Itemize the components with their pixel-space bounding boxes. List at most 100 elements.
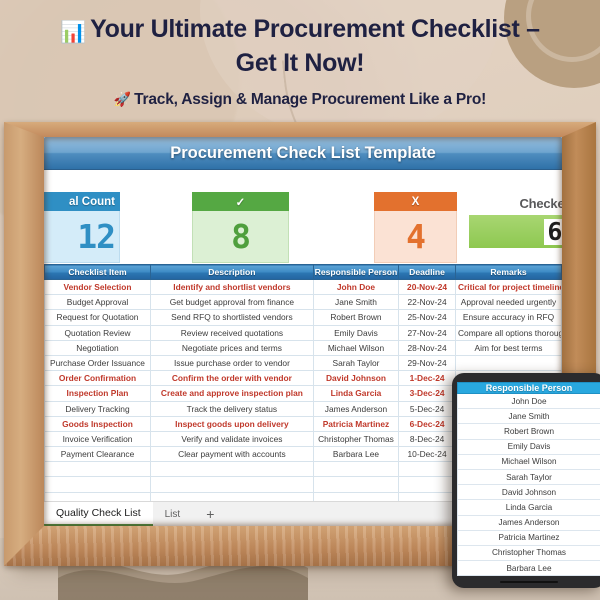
table-cell[interactable]: 20-Nov-24 (398, 278, 456, 296)
tablet-list-item[interactable]: Sarah Taylor (457, 469, 600, 486)
column-header-checklist-item[interactable]: Checklist Item (44, 264, 151, 280)
tablet-list-item[interactable]: Michael Wilson (457, 454, 600, 470)
table-cell[interactable]: Christopher Thomas (312, 430, 400, 448)
table-cell[interactable]: 5-Dec-24 (398, 400, 456, 417)
table-cell[interactable]: Negotiate prices and terms (149, 339, 314, 356)
table-row[interactable]: Purchase Order Issuance Issue purchase or… (44, 354, 562, 372)
table-cell[interactable]: Delivery Tracking (44, 400, 151, 417)
table-cell[interactable] (312, 476, 400, 493)
table-cell[interactable]: Review received quotations (149, 324, 314, 341)
page-title-line1: 📊 Your Ultimate Procurement Checklist – (0, 14, 600, 48)
tablet-list-item[interactable]: Barbara Lee (457, 561, 600, 576)
table-cell[interactable]: Order Confirmation (44, 370, 151, 387)
tablet-list-item[interactable]: James Anderson (457, 515, 600, 531)
table-cell[interactable] (454, 354, 562, 372)
table-cell[interactable]: Aim for best terms (454, 339, 562, 356)
sheet-tab-list[interactable]: List (153, 502, 193, 526)
tablet-list-item[interactable]: Christopher Thomas (457, 545, 600, 562)
table-cell[interactable]: Create and approve inspection plan (149, 385, 314, 402)
table-cell[interactable]: Approval needed urgently (454, 294, 562, 311)
table-row[interactable]: Quotation Review Review received quotatio… (44, 324, 562, 341)
tablet-list-item[interactable]: Emily Davis (457, 439, 600, 455)
table-cell[interactable]: Vendor Selection (44, 278, 151, 296)
table-cell[interactable]: Budget Approval (44, 294, 151, 311)
table-row[interactable]: Request for Quotation Send RFQ to shortli… (44, 309, 562, 326)
table-cell[interactable]: Sarah Taylor (312, 354, 400, 372)
table-header-row: Checklist Item Description Responsible P… (44, 264, 562, 280)
table-cell[interactable] (44, 461, 151, 478)
table-cell[interactable]: 25-Nov-24 (398, 309, 456, 326)
table-cell[interactable]: Emily Davis (312, 324, 400, 341)
table-cell[interactable] (149, 461, 314, 478)
table-cell[interactable]: 10-Dec-24 (398, 446, 456, 463)
tablet-list-item[interactable]: David Johnson (457, 485, 600, 501)
table-cell[interactable] (312, 461, 400, 478)
table-cell[interactable]: Compare all options thoroughly (454, 324, 562, 341)
frame-bevel-left (4, 122, 46, 566)
column-header-deadline[interactable]: Deadline (398, 264, 456, 280)
table-row[interactable]: Negotiation Negotiate prices and terms Mic… (44, 339, 562, 356)
tablet-list-item[interactable]: Robert Brown (457, 424, 600, 440)
table-cell[interactable]: 22-Nov-24 (398, 294, 456, 311)
tablet-screen: Responsible Person John Doe Jane Smith Rob… (457, 382, 600, 576)
tablet-list-item[interactable]: John Doe (457, 394, 600, 410)
table-cell[interactable]: Request for Quotation (44, 309, 151, 326)
table-cell[interactable]: Payment Clearance (44, 446, 151, 463)
table-cell[interactable]: Clear payment with accounts (149, 446, 314, 463)
table-cell[interactable]: Verify and validate invoices (149, 430, 314, 448)
tablet-list-item[interactable]: Jane Smith (457, 409, 600, 425)
table-cell[interactable]: Inspect goods upon delivery (149, 415, 314, 432)
table-cell[interactable]: Get budget approval from finance (149, 294, 314, 311)
table-cell[interactable]: Inspection Plan (44, 385, 151, 402)
table-cell[interactable]: Identify and shortlist vendors (149, 278, 314, 296)
table-cell[interactable]: 8-Dec-24 (398, 430, 456, 448)
table-cell[interactable]: Track the delivery status (149, 400, 314, 417)
column-header-responsible-person[interactable]: Responsible Person (312, 264, 400, 280)
checked-percent-label: Checked % (519, 196, 562, 211)
table-row[interactable]: Vendor Selection Identify and shortlist v… (44, 278, 562, 296)
add-sheet-button[interactable]: + (192, 502, 228, 526)
table-cell[interactable]: Send RFQ to shortlisted vendors (149, 309, 314, 326)
table-cell[interactable]: Confirm the order with vendor (149, 370, 314, 387)
kpi-unchecked-value: 4 (374, 211, 457, 263)
kpi-checked-value: 8 (192, 211, 289, 263)
table-cell[interactable]: Robert Brown (312, 309, 400, 326)
table-cell[interactable]: Issue purchase order to vendor (149, 354, 314, 372)
kpi-total-count-label: al Count (44, 192, 120, 211)
tablet-list-item[interactable]: Linda Garcia (457, 500, 600, 516)
table-cell[interactable]: Linda Garcia (312, 385, 400, 402)
table-cell[interactable]: Quotation Review (44, 324, 151, 341)
table-cell[interactable]: James Anderson (312, 400, 400, 417)
frame-bevel-top (4, 122, 596, 138)
table-cell[interactable]: Patricia Martinez (312, 415, 400, 432)
column-header-remarks[interactable]: Remarks (454, 264, 562, 280)
table-cell[interactable]: 28-Nov-24 (398, 339, 456, 356)
table-cell[interactable]: Critical for project timeline (454, 278, 562, 296)
table-cell[interactable]: 3-Dec-24 (398, 385, 456, 402)
tablet-home-indicator (500, 580, 558, 583)
tablet-list-item[interactable]: Patricia Martinez (457, 530, 600, 546)
sheet-tab-quality-check-list[interactable]: Quality Check List (44, 502, 153, 526)
column-header-description[interactable]: Description (149, 264, 314, 280)
table-row[interactable]: Budget Approval Get budget approval from … (44, 294, 562, 311)
table-cell[interactable]: Jane Smith (312, 294, 400, 311)
table-cell[interactable]: John Doe (312, 278, 400, 296)
table-cell[interactable]: Michael Wilson (312, 339, 400, 356)
table-cell[interactable]: Barbara Lee (312, 446, 400, 463)
checked-percent-value: 67% (544, 218, 562, 245)
table-cell[interactable]: 29-Nov-24 (398, 354, 456, 372)
table-cell[interactable]: 27-Nov-24 (398, 324, 456, 341)
table-cell[interactable]: Goods Inspection (44, 415, 151, 432)
table-cell[interactable]: Negotiation (44, 339, 151, 356)
table-cell[interactable]: David Johnson (312, 370, 400, 387)
rocket-icon: 🚀 (113, 91, 132, 107)
table-cell[interactable] (149, 476, 314, 493)
table-cell[interactable] (398, 461, 456, 478)
table-cell[interactable]: 1-Dec-24 (398, 370, 456, 387)
table-cell[interactable] (44, 476, 151, 493)
table-cell[interactable]: Ensure accuracy in RFQ (454, 309, 562, 326)
table-cell[interactable]: 6-Dec-24 (398, 415, 456, 432)
table-cell[interactable]: Purchase Order Issuance (44, 354, 151, 372)
table-cell[interactable] (398, 476, 456, 493)
table-cell[interactable]: Invoice Verification (44, 430, 151, 448)
